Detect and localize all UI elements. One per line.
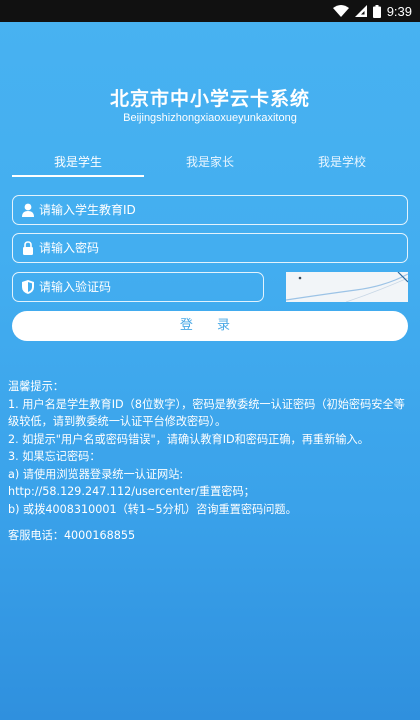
tab-parent[interactable]: 我是家长 [144,152,276,172]
student-id-field [12,195,408,225]
tips-line-2: 2. 如提示"用户名或密码错误"，请确认教育ID和密码正确，再重新输入。 [8,432,369,446]
battery-icon [372,4,381,18]
signal-icon [354,5,367,17]
tips-heading: 温馨提示： [8,380,64,393]
status-icons: 9:39 [332,0,412,22]
tab-school[interactable]: 我是学校 [276,152,408,172]
student-id-input[interactable] [39,196,399,224]
lock-icon [20,240,36,256]
app-subtitle: Beijingshizhongxiaoxueyunkaxitong [123,112,297,124]
shield-icon [20,279,36,295]
active-tab-indicator [12,175,144,177]
app-title: 北京市中小学云卡系统 [109,88,310,110]
tips-section: 温馨提示： 1. 用户名是学生教育ID（8位数字），密码是教委统一认证密码（初始… [8,378,412,545]
tips-line-3a: a) 请使用浏览器登录统一认证网站: [8,467,184,481]
login-button[interactable]: 登 录 [12,311,408,341]
service-phone: 客服电话：4000168855 [8,529,136,542]
tips-line-3b: b) 或拨4008310001（转1~5分机）咨询重置密码问题。 [8,502,297,516]
login-screen: 9:39 北京市中小学云卡系统 Beijingshizhongxiaoxueyu… [0,0,420,720]
captcha-field [12,272,264,302]
status-time: 9:39 [386,3,412,19]
password-field [12,233,408,263]
wifi-icon [332,5,349,17]
reset-password-url: http://58.129.247.112/usercenter/重置密码； [8,485,255,498]
password-input[interactable] [39,234,399,262]
captcha-input[interactable] [39,273,255,301]
captcha-image[interactable] [286,272,408,302]
tips-line-1: 1. 用户名是学生教育ID（8位数字），密码是教委统一认证密码（初始密码安全等级… [8,397,405,429]
tips-line-3: 3. 如果忘记密码： [8,450,101,463]
status-bar: 9:39 [0,0,420,22]
tab-student[interactable]: 我是学生 [12,152,144,172]
user-icon [20,202,36,218]
